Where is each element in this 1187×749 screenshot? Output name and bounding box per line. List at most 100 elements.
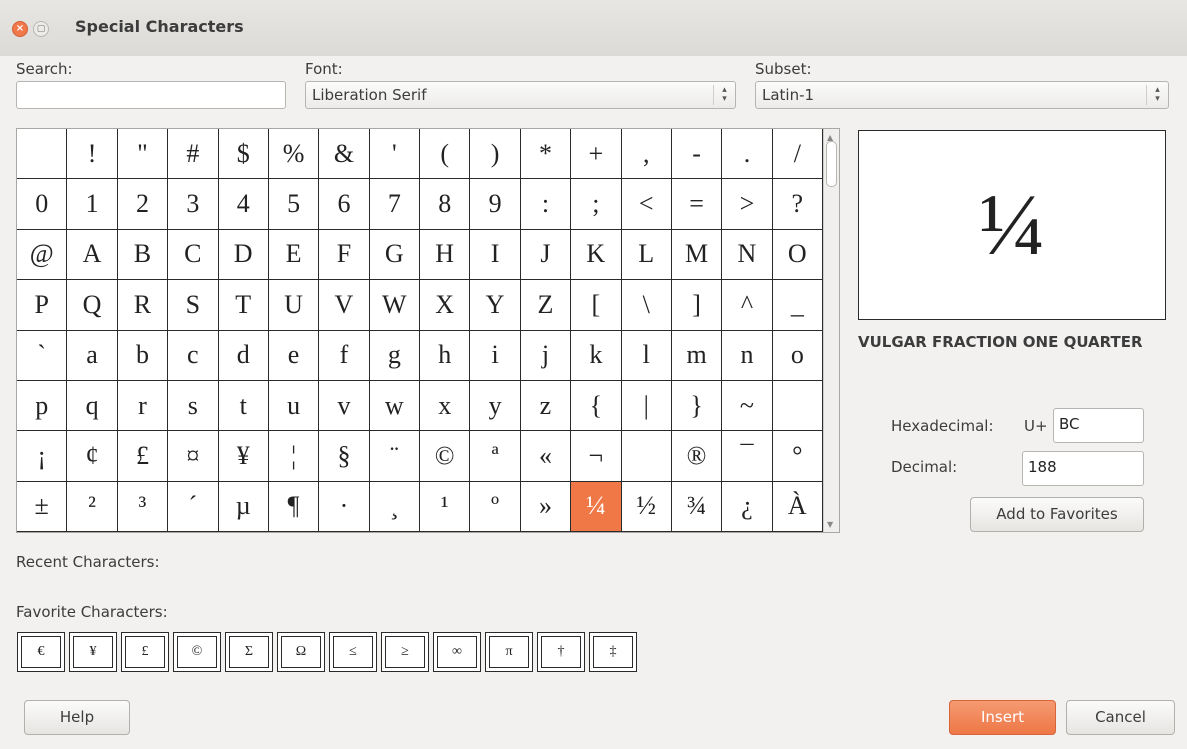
char-cell[interactable]: { (571, 380, 622, 432)
char-cell[interactable]: ª (470, 431, 521, 482)
char-cell[interactable]: . (722, 129, 773, 180)
char-cell[interactable]: » (520, 481, 572, 532)
char-cell[interactable]: p (17, 380, 68, 432)
char-cell[interactable]: d (218, 330, 269, 381)
char-cell[interactable]: & (319, 129, 370, 180)
char-cell[interactable]: z (520, 380, 572, 432)
char-cell[interactable]: B (117, 229, 169, 281)
char-cell[interactable]: ¨ (369, 431, 420, 482)
char-cell[interactable]: , (621, 129, 672, 180)
favorite-char[interactable]: ≤ (329, 632, 377, 672)
char-cell[interactable]: I (470, 229, 521, 281)
char-cell[interactable]: 4 (218, 179, 269, 230)
char-cell[interactable]: ] (671, 280, 723, 331)
char-cell[interactable] (17, 129, 68, 180)
grid-scrollbar[interactable]: ▲ ▼ (823, 129, 839, 532)
char-cell[interactable]: ² (67, 481, 118, 532)
char-cell[interactable]: x (420, 380, 471, 432)
char-cell[interactable]: ¶ (268, 481, 320, 532)
char-cell[interactable]: ¢ (67, 431, 118, 482)
char-cell[interactable]: _ (772, 280, 823, 331)
char-cell[interactable]: 5 (268, 179, 320, 230)
char-cell[interactable]: y (470, 380, 521, 432)
char-cell[interactable]: g (369, 330, 420, 381)
char-cell[interactable]: U (268, 280, 320, 331)
char-cell[interactable]: " (117, 129, 169, 180)
cancel-button[interactable]: Cancel (1066, 700, 1175, 735)
char-cell[interactable]: W (369, 280, 420, 331)
insert-button[interactable]: Insert (949, 700, 1056, 735)
char-cell[interactable]: a (67, 330, 118, 381)
char-cell[interactable]: 3 (168, 179, 219, 230)
char-cell[interactable]: T (218, 280, 269, 331)
char-cell[interactable]: H (420, 229, 471, 281)
char-cell[interactable]: @ (17, 229, 68, 281)
char-cell[interactable]: 2 (117, 179, 169, 230)
favorite-char[interactable]: ¥ (69, 632, 117, 672)
char-cell[interactable] (621, 431, 672, 482)
favorite-char[interactable]: © (173, 632, 221, 672)
char-cell[interactable]: 8 (420, 179, 471, 230)
char-cell[interactable]: ¿ (722, 481, 773, 532)
hex-input[interactable]: BC (1053, 408, 1144, 443)
char-cell[interactable]: - (671, 129, 723, 180)
char-cell[interactable]: < (621, 179, 672, 230)
char-cell[interactable]: j (520, 330, 572, 381)
char-cell[interactable]: ± (17, 481, 68, 532)
char-cell[interactable]: ` (17, 330, 68, 381)
minimize-icon[interactable]: ▢ (33, 21, 49, 37)
char-cell[interactable]: N (722, 229, 773, 281)
search-input[interactable] (16, 81, 286, 109)
char-cell[interactable]: ¥ (218, 431, 269, 482)
char-cell[interactable]: § (319, 431, 370, 482)
char-cell[interactable]: \ (621, 280, 672, 331)
char-cell[interactable]: u (268, 380, 320, 432)
favorite-char[interactable]: ‡ (589, 632, 637, 672)
favorite-char[interactable]: Ω (277, 632, 325, 672)
char-cell[interactable]: % (268, 129, 320, 180)
char-cell[interactable]: ¼ (571, 481, 622, 532)
char-cell[interactable]: º (470, 481, 521, 532)
char-cell[interactable]: e (268, 330, 320, 381)
favorite-char[interactable]: £ (121, 632, 169, 672)
char-cell[interactable]: ' (369, 129, 420, 180)
char-cell[interactable]: P (17, 280, 68, 331)
char-cell[interactable]: Q (67, 280, 118, 331)
char-cell[interactable]: S (168, 280, 219, 331)
char-cell[interactable]: = (671, 179, 723, 230)
char-cell[interactable]: C (168, 229, 219, 281)
favorite-char[interactable]: ∞ (433, 632, 481, 672)
char-cell[interactable]: ( (420, 129, 471, 180)
char-cell[interactable]: b (117, 330, 169, 381)
char-cell[interactable]: [ (571, 280, 622, 331)
char-cell[interactable]: $ (218, 129, 269, 180)
char-cell[interactable]: ¸ (369, 481, 420, 532)
subset-select[interactable]: Latin-1 ▴ ▾ (755, 81, 1169, 109)
char-cell[interactable]: 0 (17, 179, 68, 230)
char-cell[interactable]: * (520, 129, 572, 180)
char-cell[interactable]: ~ (722, 380, 773, 432)
char-cell[interactable]: ¹ (420, 481, 471, 532)
favorite-char[interactable]: € (17, 632, 65, 672)
char-cell[interactable]: 1 (67, 179, 118, 230)
char-cell[interactable] (772, 380, 823, 432)
favorite-char[interactable]: π (485, 632, 533, 672)
char-cell[interactable]: m (671, 330, 723, 381)
char-cell[interactable]: c (168, 330, 219, 381)
char-cell[interactable]: # (168, 129, 219, 180)
char-cell[interactable]: 9 (470, 179, 521, 230)
char-cell[interactable]: } (671, 380, 723, 432)
char-cell[interactable]: > (722, 179, 773, 230)
char-cell[interactable]: h (420, 330, 471, 381)
char-cell[interactable]: A (67, 229, 118, 281)
char-cell[interactable]: ; (571, 179, 622, 230)
char-cell[interactable]: | (621, 380, 672, 432)
close-icon[interactable]: × (12, 21, 28, 37)
char-cell[interactable]: q (67, 380, 118, 432)
char-cell[interactable]: 7 (369, 179, 420, 230)
char-cell[interactable]: F (319, 229, 370, 281)
decimal-input[interactable]: 188 (1022, 451, 1144, 486)
char-cell[interactable]: ¬ (571, 431, 622, 482)
char-cell[interactable]: n (722, 330, 773, 381)
char-cell[interactable]: + (571, 129, 622, 180)
